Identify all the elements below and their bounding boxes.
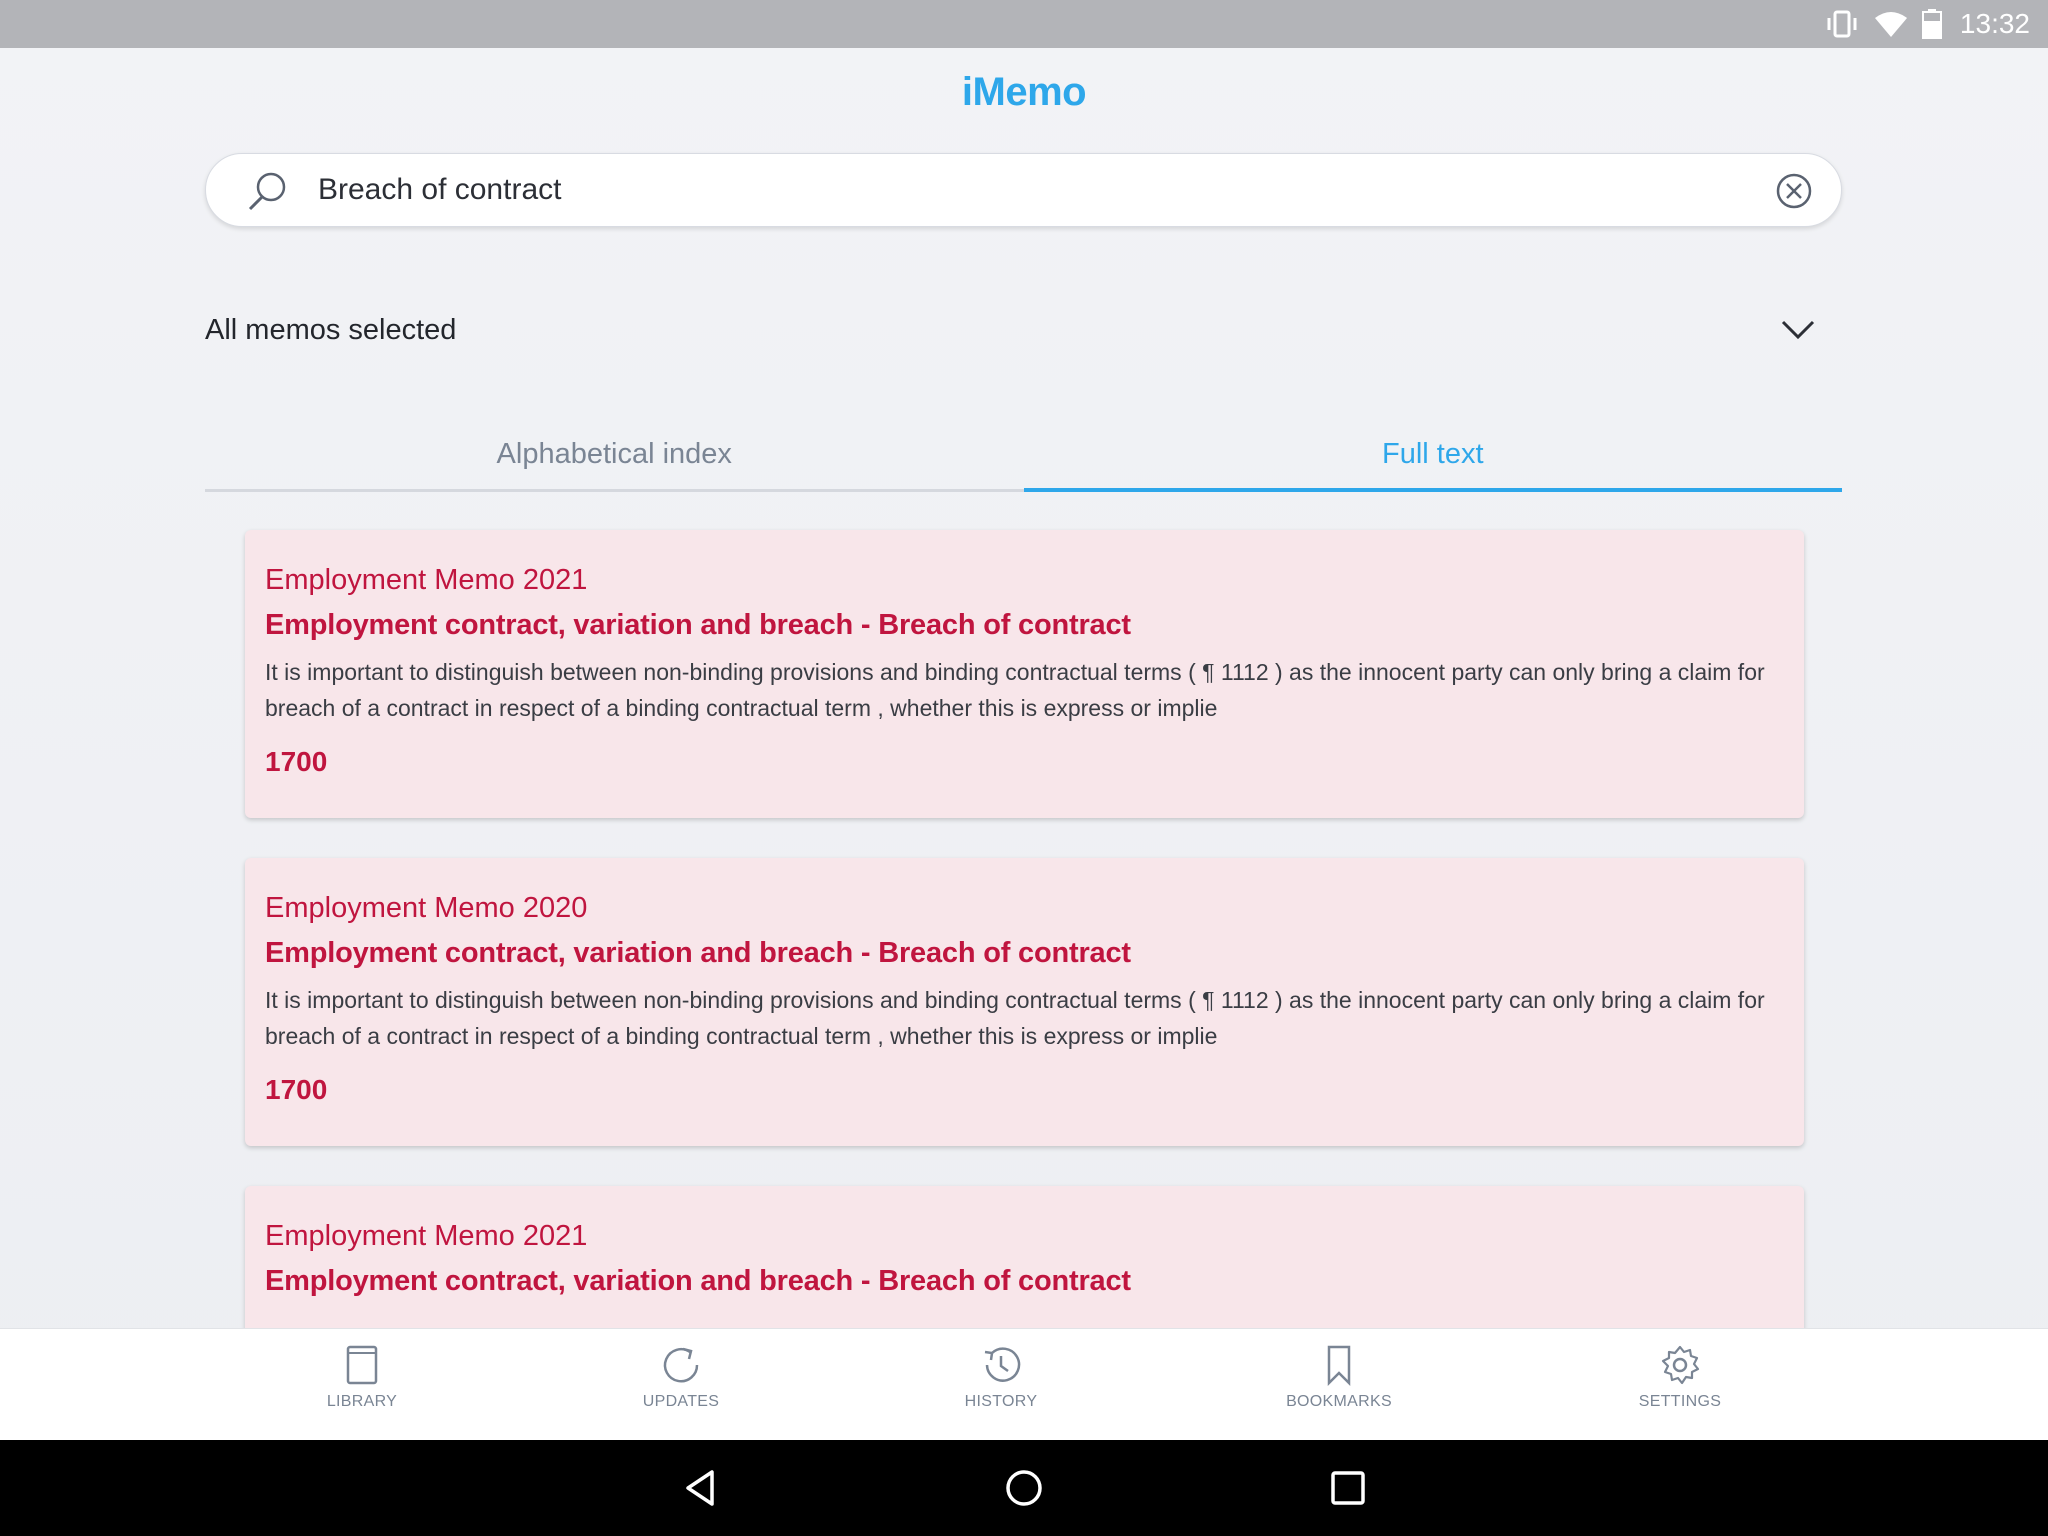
battery-icon <box>1921 9 1942 39</box>
memo-filter-label: All memos selected <box>205 313 457 346</box>
back-icon[interactable] <box>680 1466 724 1510</box>
result-memo-title: Employment Memo 2021 <box>265 1220 588 1252</box>
result-card[interactable]: Employment Memo 2021 Employment contract… <box>245 530 1804 818</box>
results-list[interactable]: Employment Memo 2021 Employment contract… <box>0 500 2048 1328</box>
search-mode-tabs: Alphabetical index Full text <box>205 420 1842 492</box>
nav-label: SETTINGS <box>1638 1393 1722 1410</box>
book-icon <box>346 1345 378 1385</box>
result-memo-title: Employment Memo 2021 <box>265 564 588 596</box>
search-input[interactable] <box>318 154 1668 226</box>
tab-full-text[interactable]: Full text <box>1023 420 1843 492</box>
result-excerpt: It is important to distinguish between n… <box>265 987 1765 1049</box>
tab-alphabetical-index[interactable]: Alphabetical index <box>205 420 1024 489</box>
result-heading: Employment contract, variation and breac… <box>265 609 1131 641</box>
vibrate-icon <box>1827 10 1857 38</box>
home-icon[interactable] <box>1002 1466 1046 1510</box>
bookmark-icon <box>1327 1345 1351 1387</box>
refresh-icon <box>663 1347 699 1383</box>
nav-label: UPDATES <box>642 1393 720 1410</box>
result-card[interactable]: Employment Memo 2021 Employment contract… <box>245 1186 1804 1328</box>
wifi-icon <box>1874 12 1907 37</box>
history-icon <box>984 1347 1021 1382</box>
memo-filter-dropdown[interactable]: All memos selected <box>205 300 1815 360</box>
result-card[interactable]: Employment Memo 2020 Employment contract… <box>245 858 1804 1146</box>
search-icon <box>248 172 286 211</box>
app-title: iMemo <box>961 70 1087 114</box>
status-bar: 13:32 <box>0 0 2048 48</box>
result-memo-title: Employment Memo 2020 <box>265 892 588 924</box>
search-box[interactable] <box>205 153 1842 227</box>
system-navigation-bar <box>0 1440 2048 1536</box>
result-paragraph-number: 1700 <box>265 746 328 777</box>
nav-settings[interactable]: SETTINGS <box>1590 1343 1770 1411</box>
nav-label: BOOKMARKS <box>1286 1393 1392 1410</box>
result-heading: Employment contract, variation and breac… <box>265 937 1131 969</box>
nav-updates[interactable]: UPDATES <box>591 1343 771 1411</box>
nav-label: HISTORY <box>964 1393 1038 1410</box>
chevron-down-icon[interactable] <box>1781 319 1815 341</box>
gear-icon <box>1661 1345 1700 1385</box>
nav-history[interactable]: HISTORY <box>911 1343 1091 1411</box>
nav-label: LIBRARY <box>326 1393 398 1410</box>
nav-bookmarks[interactable]: BOOKMARKS <box>1249 1343 1429 1411</box>
status-time: 13:32 <box>1959 8 2030 39</box>
recents-icon[interactable] <box>1326 1466 1370 1510</box>
nav-library[interactable]: LIBRARY <box>272 1343 452 1411</box>
result-excerpt: It is important to distinguish between n… <box>265 659 1765 721</box>
clear-search-icon[interactable] <box>1775 172 1813 210</box>
result-heading: Employment contract, variation and breac… <box>265 1265 1131 1297</box>
bottom-navigation: LIBRARY UPDATES HISTORY BOOKMARKS SETTIN… <box>0 1328 2048 1440</box>
result-paragraph-number: 1700 <box>265 1074 328 1105</box>
